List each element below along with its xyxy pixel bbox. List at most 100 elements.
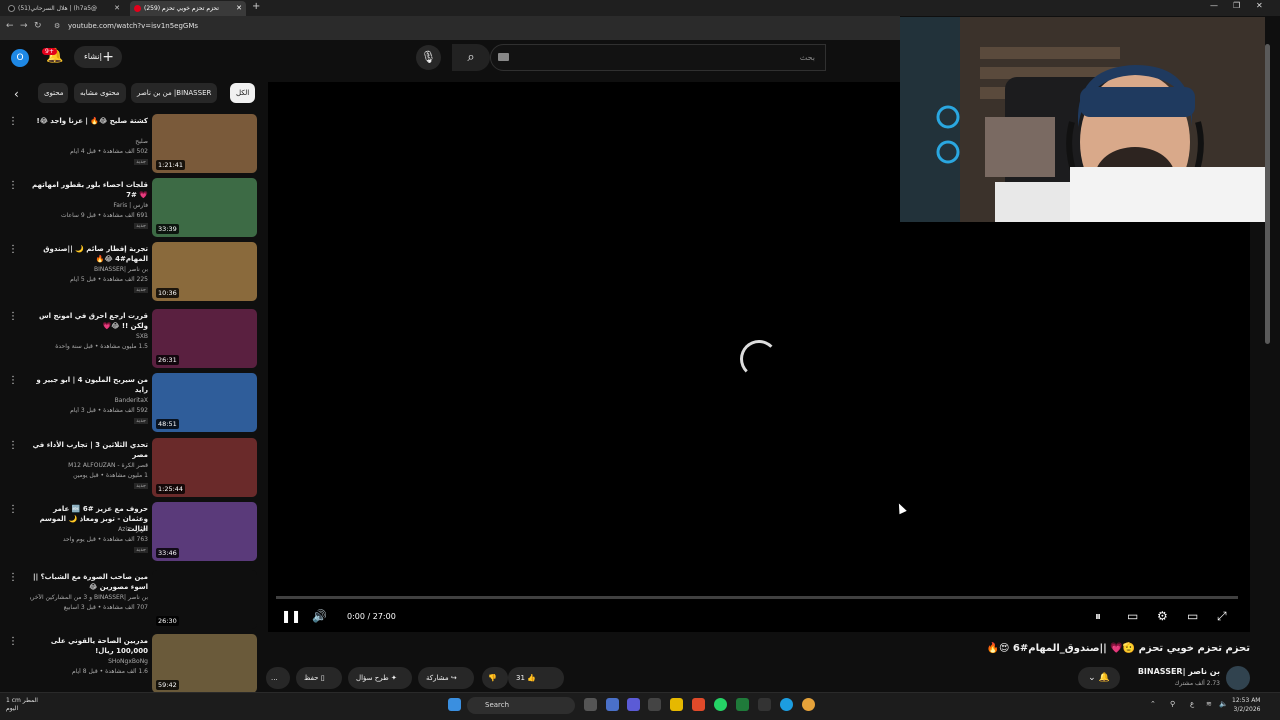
close-icon[interactable]: ✕ — [236, 1, 242, 16]
recommendation-item[interactable]: 1:21:41 كشتة صليح 😂🔥 | عزنا واجد 😂! صليح 50… — [0, 114, 262, 176]
chip-related[interactable]: محتوى مشابه — [74, 83, 126, 103]
video-thumbnail[interactable]: 26:30 — [152, 570, 257, 629]
taskbar-search[interactable]: Search — [467, 697, 575, 714]
browser-tab-2[interactable]: (259) تحزم تحزم خويي تحزم ✕ — [130, 1, 246, 16]
more-vert-icon[interactable]: ⋮ — [8, 244, 18, 255]
page-scrollbar[interactable] — [1265, 44, 1270, 344]
app-icon-3[interactable] — [648, 698, 661, 711]
video-thumbnail[interactable]: 10:36 — [152, 242, 257, 301]
more-vert-icon[interactable]: ⋮ — [8, 572, 18, 583]
channel-avatar[interactable] — [1226, 666, 1250, 690]
dislike-button[interactable]: 👎 — [482, 667, 508, 689]
chip-content[interactable]: محتوى — [38, 83, 68, 103]
app-icon-1[interactable] — [606, 698, 619, 711]
channel-name[interactable]: قصر الكرة - M12 ALFOUZAN — [30, 462, 148, 469]
chip-from-channel[interactable]: من بن ناصر |BINASSER — [131, 83, 218, 103]
video-thumbnail[interactable]: 1:21:41 — [152, 114, 257, 173]
fullscreen-icon[interactable]: ⤢ — [1217, 609, 1227, 624]
subscribe-bell-button[interactable]: ⌄ 🔔 — [1078, 667, 1120, 689]
pause-icon[interactable]: ❚❚ — [281, 609, 301, 623]
video-thumbnail[interactable]: 33:46 — [152, 502, 257, 561]
app-icon-4[interactable] — [692, 698, 705, 711]
wifi-icon[interactable]: ≋ — [1206, 700, 1212, 708]
recommendation-item[interactable]: 48:51 من سيربح المليون 4 | ابو جبير و راي… — [0, 373, 262, 435]
channel-name[interactable]: BanderitaX — [30, 397, 148, 404]
app-icon-2[interactable] — [627, 698, 640, 711]
recommendation-item[interactable]: 59:42 مدربين الصاحة يالقوني على 100,000 ر… — [0, 634, 262, 696]
recommendation-item[interactable]: 33:46 حروف مع عزيز #6 🔤 عامر وعثمان - توب… — [0, 502, 262, 564]
recommendation-item[interactable]: 33:39 قلجات احصاء بلور بقطور امهاتهم 💗 #7… — [0, 178, 262, 240]
video-title[interactable]: كشتة صليح 😂🔥 | عزنا واجد 😂! — [30, 116, 149, 126]
video-title[interactable]: قررت ارجع احرق في امونج اس ولكن !! 😂💗 — [30, 311, 148, 331]
volume-tray-icon[interactable]: 🔈 — [1219, 700, 1228, 708]
video-thumbnail[interactable]: 48:51 — [152, 373, 257, 432]
excel-icon[interactable] — [736, 698, 749, 711]
recommendation-item[interactable]: 26:30 مين صاحب الصورة مع الشباب؟ || اسوء … — [0, 570, 262, 632]
chrome-icon[interactable] — [802, 698, 815, 711]
language-indicator[interactable]: ع — [1190, 700, 1194, 708]
save-button[interactable]: حفظ ▯ — [296, 667, 342, 689]
video-title[interactable]: تحدي الثلاثين 3 | تجارب الأداء في مصر — [30, 440, 148, 460]
whatsapp-icon[interactable] — [714, 698, 727, 711]
channel-name[interactable]: عزيز - Aziz — [30, 526, 148, 533]
video-thumbnail[interactable]: 26:31 — [152, 309, 257, 368]
weather-widget[interactable]: 1 cm المطر اليوم — [6, 697, 38, 713]
site-info-icon[interactable]: ⚙ — [54, 22, 60, 30]
video-title[interactable]: تجربة إفطار صائم 🌙 ||صندوق المهام#4 😂🔥 — [30, 244, 148, 264]
recommendation-item[interactable]: 10:36 تجربة إفطار صائم 🌙 ||صندوق المهام#4… — [0, 242, 262, 304]
channel-name[interactable]: صليح — [30, 138, 148, 145]
share-button[interactable]: مشاركة ↪ — [418, 667, 474, 689]
avatar[interactable]: O — [11, 49, 29, 67]
tray-location-icon[interactable]: ⚲ — [1170, 700, 1175, 708]
video-thumbnail[interactable]: 33:39 — [152, 178, 257, 237]
browser-tab-1[interactable]: (51)هلال السرحاني | (h7a5@ ✕ — [4, 1, 124, 16]
channel-name[interactable]: بن ناصر |BINASSER و 3 من المشاركين الآخر… — [30, 594, 148, 601]
minimize-icon[interactable]: — — [1210, 1, 1218, 10]
settings-gear-icon[interactable]: ⚙ — [1157, 609, 1168, 623]
forward-icon[interactable]: → — [20, 21, 28, 31]
recommendation-item[interactable]: 26:31 قررت ارجع احرق في امونج اس ولكن !! … — [0, 309, 262, 371]
video-thumbnail[interactable]: 59:42 — [152, 634, 257, 693]
more-vert-icon[interactable]: ⋮ — [8, 116, 18, 127]
progress-bar[interactable] — [276, 596, 1238, 599]
close-window-icon[interactable]: ✕ — [1256, 1, 1263, 10]
recommendation-item[interactable]: 1:25:44 تحدي الثلاثين 3 | تجارب الأداء في… — [0, 438, 262, 500]
more-vert-icon[interactable]: ⋮ — [8, 375, 18, 386]
volume-icon[interactable]: 🔊 — [312, 609, 327, 623]
keyboard-icon[interactable] — [498, 53, 509, 61]
start-icon[interactable] — [448, 698, 461, 711]
task-view-icon[interactable] — [584, 698, 597, 711]
more-actions-button[interactable]: ... — [266, 667, 290, 689]
ask-button[interactable]: طرح سؤال ✦ — [348, 667, 412, 689]
autoplay-toggle-icon[interactable]: ⏸ — [1095, 609, 1101, 624]
close-icon[interactable]: ✕ — [114, 1, 120, 16]
video-thumbnail[interactable]: 1:25:44 — [152, 438, 257, 497]
voice-search-mic-icon[interactable]: 🎙 — [416, 45, 441, 70]
video-title[interactable]: من سيربح المليون 4 | ابو جبير و رايد — [30, 375, 148, 395]
file-explorer-icon[interactable] — [670, 698, 683, 711]
subtitles-icon[interactable]: ▭ — [1127, 609, 1138, 623]
channel-name[interactable]: SHoNgxBoNg — [30, 658, 148, 665]
url-field[interactable]: youtube.com/watch?v=isv1n5egGMs — [68, 22, 198, 30]
more-vert-icon[interactable]: ⋮ — [8, 440, 18, 451]
more-vert-icon[interactable]: ⋮ — [8, 311, 18, 322]
search-button[interactable]: ⌕ — [452, 44, 490, 71]
new-tab-icon[interactable]: + — [252, 1, 260, 12]
edge-icon[interactable] — [780, 698, 793, 711]
more-vert-icon[interactable]: ⋮ — [8, 504, 18, 515]
video-title[interactable]: مدربين الصاحة يالقوني على 100,000 ريال! — [30, 636, 148, 656]
clock[interactable]: 12:53 AM 3/2/2026 — [1232, 696, 1260, 714]
more-vert-icon[interactable]: ⋮ — [8, 180, 18, 191]
chip-all[interactable]: الكل — [230, 83, 256, 103]
channel-name[interactable]: SXB — [30, 333, 148, 340]
video-title[interactable]: قلجات احصاء بلور بقطور امهاتهم 💗 #7 — [30, 180, 148, 200]
reload-icon[interactable]: ↻ — [34, 21, 42, 31]
video-title[interactable]: مين صاحب الصورة مع الشباب؟ || اسوء مصوري… — [30, 572, 148, 592]
create-button[interactable]: إنشاء + — [74, 46, 122, 68]
theater-mode-icon[interactable]: ▭ — [1187, 609, 1198, 623]
search-input[interactable]: بحث — [490, 44, 826, 71]
chevron-left-icon[interactable]: ‹ — [14, 87, 19, 101]
app-icon-5[interactable] — [758, 698, 771, 711]
maximize-icon[interactable]: ❐ — [1233, 1, 1240, 10]
like-button[interactable]: 31 👍 — [508, 667, 564, 689]
